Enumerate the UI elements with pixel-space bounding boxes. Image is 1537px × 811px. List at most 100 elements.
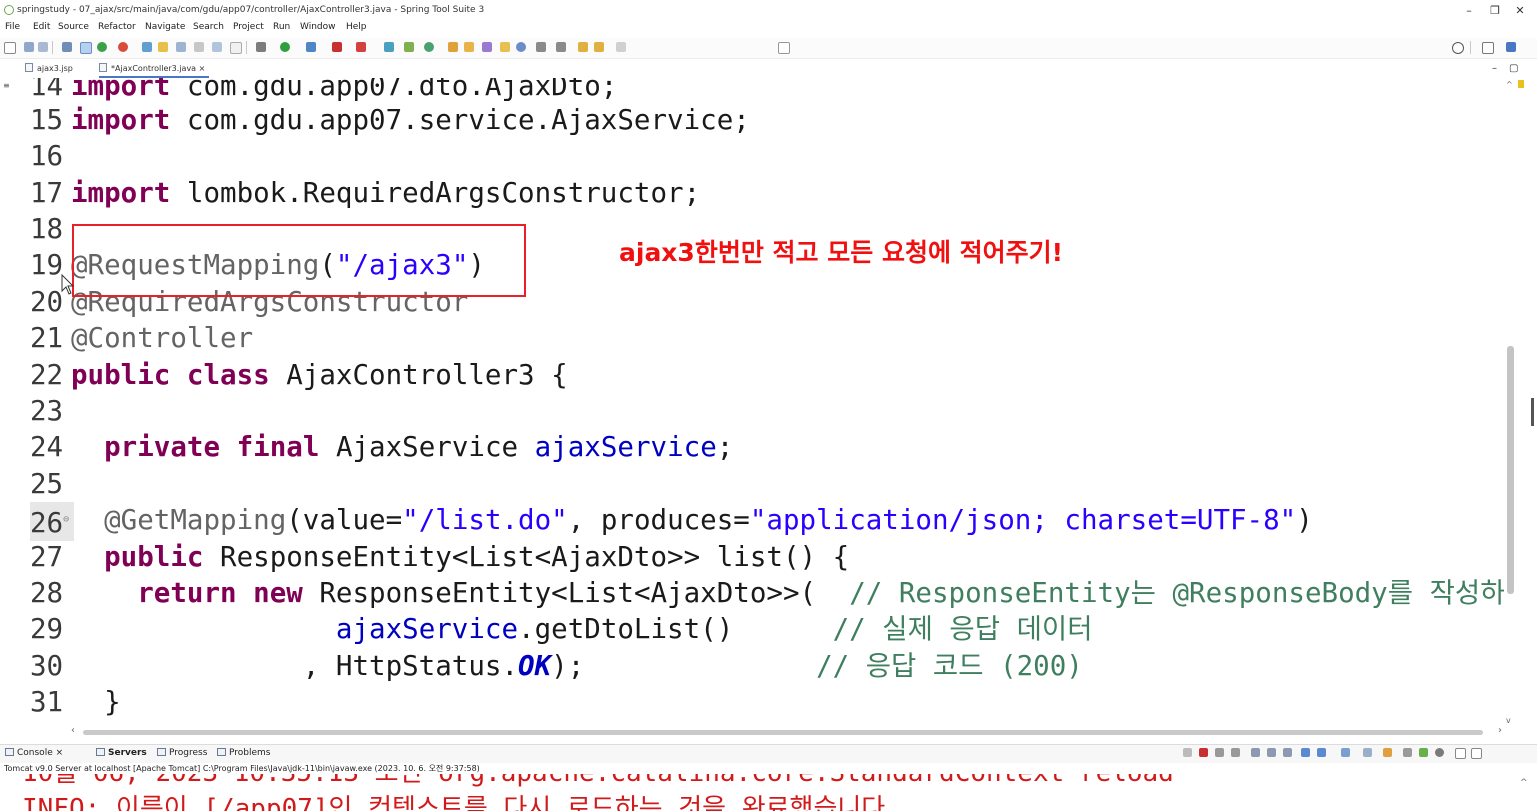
display-console-icon[interactable] (1341, 748, 1350, 757)
code-line[interactable]: 17 import lombok.RequiredArgsConstructor; (18, 175, 1504, 211)
external-tools-icon[interactable] (306, 42, 316, 52)
scroll-left-icon[interactable]: ‹ (71, 725, 75, 736)
open-perspective-icon[interactable] (1482, 42, 1494, 54)
menu-refactor[interactable]: Refactor (98, 22, 136, 32)
remove-all-icon[interactable] (1231, 748, 1240, 757)
stop-icon[interactable] (332, 42, 342, 52)
open-type-icon[interactable] (448, 42, 458, 52)
pencil-icon[interactable] (158, 42, 168, 52)
scroll-up-icon[interactable]: ^ (1506, 80, 1513, 89)
console-scroll-up-icon[interactable]: ^ (1520, 778, 1528, 788)
open-folder-icon[interactable] (500, 42, 510, 52)
horizontal-scrollbar[interactable]: ‹ › (68, 725, 1504, 738)
menu-search[interactable]: Search (193, 22, 224, 32)
tab-ajax-controller3[interactable]: *AjaxController3.java × (99, 62, 210, 78)
open-console-icon[interactable] (1363, 748, 1372, 757)
code-line[interactable]: 15 import com.gdu.app07.service.AjaxServi… (18, 102, 1504, 138)
debug-bug-icon[interactable] (256, 42, 266, 52)
close-tab-icon[interactable]: × (199, 64, 206, 73)
show-whitespace-icon[interactable] (212, 42, 222, 52)
show-stdout-icon[interactable] (1283, 748, 1292, 757)
tab-ajax3-jsp[interactable]: ajax3.jsp (25, 62, 73, 76)
console-output[interactable]: 10월 06, 2023 10:35:13 오전 org.apache.cata… (0, 774, 1520, 811)
globe-icon[interactable] (516, 42, 526, 52)
code-line[interactable]: 28 return new ResponseEntity<List<AjaxDt… (18, 575, 1504, 611)
scrollbar-thumb[interactable] (1507, 346, 1514, 594)
menu-run[interactable]: Run (273, 22, 290, 32)
back-icon[interactable] (594, 42, 604, 52)
new-java-project-icon[interactable] (384, 42, 394, 52)
package-explorer-icon[interactable]: ≡ (3, 82, 11, 90)
word-wrap-icon[interactable] (1267, 748, 1276, 757)
pin-console-icon[interactable] (1317, 748, 1326, 757)
code-line[interactable]: 14 import com.gdu.app07.dto.AjaxDto; (18, 78, 1504, 104)
spring-boot-icon[interactable] (97, 42, 107, 52)
pin-editor-icon[interactable] (778, 42, 790, 54)
code-line[interactable]: 26⊖ @GetMapping(value="/list.do", produc… (18, 502, 1504, 542)
previous-annotation-icon[interactable] (556, 42, 566, 52)
side-panel-handle[interactable] (1531, 398, 1534, 426)
fold-toggle-icon[interactable]: ⊖ (63, 514, 69, 525)
remove-launch-icon[interactable] (1215, 748, 1224, 757)
close-window-button[interactable]: ✕ (1505, 2, 1535, 20)
minimize-editor-icon[interactable]: – (1492, 62, 1497, 76)
menu-edit[interactable]: Edit (33, 22, 50, 32)
new-console-icon[interactable] (1383, 748, 1392, 757)
code-line[interactable]: 24 private final AjaxService ajaxService… (18, 429, 1504, 465)
maximize-panel-icon[interactable] (1471, 748, 1482, 759)
tab-progress[interactable]: Progress (157, 748, 207, 758)
overview-ruler-marker[interactable] (1518, 80, 1524, 88)
debug-icon[interactable] (118, 42, 128, 52)
new-file-icon[interactable] (4, 42, 16, 54)
perspective-icon[interactable] (142, 42, 152, 52)
code-line[interactable]: 16 (18, 138, 1504, 174)
tab-console[interactable]: Console × (5, 748, 63, 758)
menu-file[interactable]: File (5, 22, 20, 32)
scroll-right-icon[interactable]: › (1498, 725, 1502, 736)
tab-problems[interactable]: Problems (217, 748, 270, 758)
menu-help[interactable]: Help (346, 22, 367, 32)
show-stderr-icon[interactable] (1301, 748, 1310, 757)
new-class-icon[interactable] (424, 42, 434, 52)
save-icon[interactable] (24, 42, 34, 52)
code-line[interactable]: 22 public class AjaxController3 { (18, 357, 1504, 393)
menu-source[interactable]: Source (58, 22, 89, 32)
last-edit-icon[interactable] (578, 42, 588, 52)
settings-icon[interactable] (1435, 748, 1444, 757)
toggle-mark-icon[interactable] (80, 42, 92, 54)
forward-icon[interactable] (616, 42, 626, 52)
java-perspective-icon[interactable] (1506, 42, 1516, 52)
minimize-panel-icon[interactable] (1455, 748, 1466, 759)
code-line[interactable]: 30 , HttpStatus.OK); // 응답 코드 (200) (18, 648, 1504, 684)
clear-console-icon[interactable] (1183, 748, 1192, 757)
new-package-icon[interactable] (404, 42, 414, 52)
open-task-icon[interactable] (464, 42, 474, 52)
scroll-down-icon[interactable]: v (1506, 716, 1511, 725)
vertical-scrollbar[interactable]: ^ v (1504, 78, 1516, 728)
tab-servers[interactable]: Servers (96, 748, 147, 758)
terminate-console-icon[interactable] (1199, 748, 1208, 757)
menu-window[interactable]: Window (300, 22, 336, 32)
search-icon[interactable] (1452, 42, 1464, 54)
code-editor[interactable]: 14 import com.gdu.app07.dto.AjaxDto; 15 imp… (18, 78, 1504, 725)
code-line[interactable]: 27 public ResponseEntity<List<AjaxDto>> … (18, 539, 1504, 575)
code-line[interactable]: 31 } (18, 684, 1504, 720)
block-select-icon[interactable] (194, 42, 204, 52)
horizontal-scrollbar-thumb[interactable] (83, 730, 1483, 735)
next-annotation-icon[interactable] (536, 42, 546, 52)
code-line[interactable]: 23 (18, 393, 1504, 429)
run-icon[interactable] (280, 42, 290, 52)
code-line[interactable]: 29 ajaxService.getDtoList() // 실제 응답 데이터 (18, 611, 1504, 647)
code-line[interactable]: 25 (18, 466, 1504, 502)
editor-icon[interactable] (176, 42, 186, 52)
debug-console-icon[interactable] (1419, 748, 1428, 757)
paragraph-icon[interactable] (230, 42, 242, 54)
scroll-lock-icon[interactable] (1251, 748, 1260, 757)
terminate-icon[interactable] (356, 42, 366, 52)
save-all-icon[interactable] (38, 42, 48, 52)
code-line[interactable]: 21 @Controller (18, 320, 1504, 356)
copy-icon[interactable] (1403, 748, 1412, 757)
menu-navigate[interactable]: Navigate (145, 22, 185, 32)
close-console-icon[interactable]: × (56, 748, 64, 758)
search-tool-icon[interactable] (482, 42, 492, 52)
